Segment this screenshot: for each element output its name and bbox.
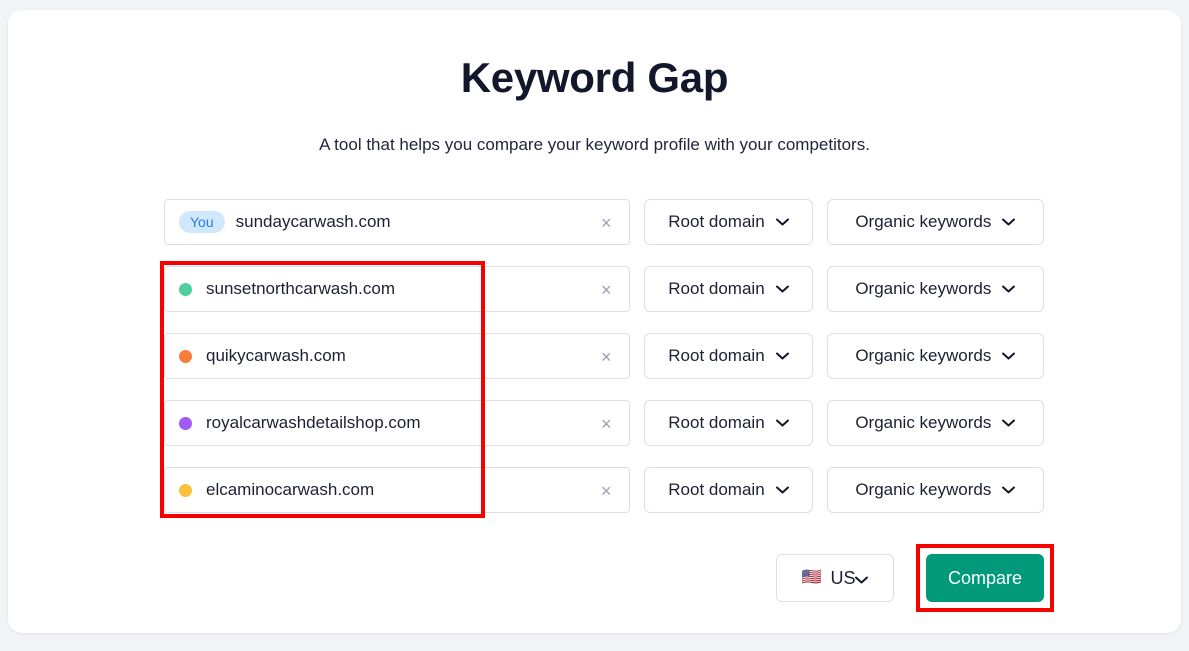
competitor-color-dot: [179, 282, 192, 296]
domain-row-competitor-1: sunsetnorthcarwash.com × Root domain Org…: [164, 266, 1045, 313]
keyword-gap-card: Keyword Gap A tool that helps you compar…: [8, 10, 1181, 633]
chevron-down-icon: [855, 568, 869, 589]
scope-select-label: Root domain: [668, 480, 765, 499]
chevron-down-icon: [1002, 285, 1016, 293]
clear-icon[interactable]: ×: [583, 401, 629, 447]
type-select-competitor-3[interactable]: Organic keywords: [826, 400, 1045, 446]
scope-select-competitor-2[interactable]: Root domain: [644, 333, 813, 379]
type-select-competitor-1[interactable]: Organic keywords: [826, 266, 1045, 312]
domain-value: quikycarwash.com: [206, 346, 346, 365]
competitor-color-dot: [179, 416, 192, 430]
competitor-color-dot: [179, 483, 192, 497]
scope-select-label: Root domain: [668, 413, 765, 432]
chevron-down-icon: [1002, 218, 1016, 226]
chevron-down-icon: [1002, 486, 1016, 494]
footer-actions: 🇺🇸 US Compare: [164, 544, 1054, 612]
domain-row-you: You sundaycarwash.com × Root domain Orga…: [164, 199, 1045, 246]
type-select-label: Organic keywords: [855, 279, 992, 298]
clear-icon[interactable]: ×: [583, 200, 629, 246]
domain-row-competitor-2: quikycarwash.com × Root domain Organic k…: [164, 333, 1045, 380]
clear-icon[interactable]: ×: [583, 468, 629, 514]
domain-row-competitor-4: elcaminocarwash.com × Root domain Organi…: [164, 467, 1045, 514]
domain-row-competitor-3: royalcarwashdetailshop.com × Root domain…: [164, 400, 1045, 447]
scope-select-you[interactable]: Root domain: [644, 199, 813, 245]
scope-select-competitor-3[interactable]: Root domain: [644, 400, 813, 446]
chevron-down-icon: [775, 285, 789, 293]
chevron-down-icon: [775, 419, 789, 427]
type-select-competitor-2[interactable]: Organic keywords: [826, 333, 1045, 379]
type-select-label: Organic keywords: [855, 480, 992, 499]
us-flag-icon: 🇺🇸: [801, 569, 822, 586]
domain-value: sundaycarwash.com: [235, 212, 391, 231]
country-select[interactable]: 🇺🇸 US: [776, 554, 894, 602]
type-select-label: Organic keywords: [855, 212, 992, 231]
domain-input-competitor-2[interactable]: quikycarwash.com ×: [164, 333, 631, 380]
domain-input-competitor-1[interactable]: sunsetnorthcarwash.com ×: [164, 266, 631, 313]
clear-icon[interactable]: ×: [583, 267, 629, 313]
compare-button-wrap: Compare: [916, 544, 1054, 612]
scope-select-competitor-1[interactable]: Root domain: [644, 266, 813, 312]
domain-input-competitor-3[interactable]: royalcarwashdetailshop.com ×: [164, 400, 631, 447]
type-select-competitor-4[interactable]: Organic keywords: [826, 467, 1045, 513]
scope-select-label: Root domain: [668, 346, 765, 365]
domain-input-rows: You sundaycarwash.com × Root domain Orga…: [164, 199, 1045, 534]
chevron-down-icon: [775, 486, 789, 494]
domain-value: sunsetnorthcarwash.com: [206, 279, 395, 298]
type-select-you[interactable]: Organic keywords: [826, 199, 1045, 245]
chevron-down-icon: [1002, 352, 1016, 360]
type-select-label: Organic keywords: [855, 346, 992, 365]
scope-select-label: Root domain: [668, 212, 765, 231]
chevron-down-icon: [1002, 419, 1016, 427]
domain-value: elcaminocarwash.com: [206, 480, 375, 499]
country-select-label: US: [830, 567, 856, 588]
page-subtitle: A tool that helps you compare your keywo…: [319, 135, 870, 154]
domain-input-competitor-4[interactable]: elcaminocarwash.com ×: [164, 467, 631, 514]
clear-icon[interactable]: ×: [583, 334, 629, 380]
type-select-label: Organic keywords: [855, 413, 992, 432]
competitor-color-dot: [179, 349, 192, 363]
page-title: Keyword Gap: [460, 54, 729, 101]
compare-button[interactable]: Compare: [926, 554, 1044, 602]
you-badge: You: [179, 211, 225, 233]
chevron-down-icon: [775, 218, 789, 226]
scope-select-label: Root domain: [668, 279, 765, 298]
chevron-down-icon: [775, 352, 789, 360]
domain-input-you[interactable]: You sundaycarwash.com ×: [164, 199, 631, 246]
domain-value: royalcarwashdetailshop.com: [206, 413, 421, 432]
scope-select-competitor-4[interactable]: Root domain: [644, 467, 813, 513]
